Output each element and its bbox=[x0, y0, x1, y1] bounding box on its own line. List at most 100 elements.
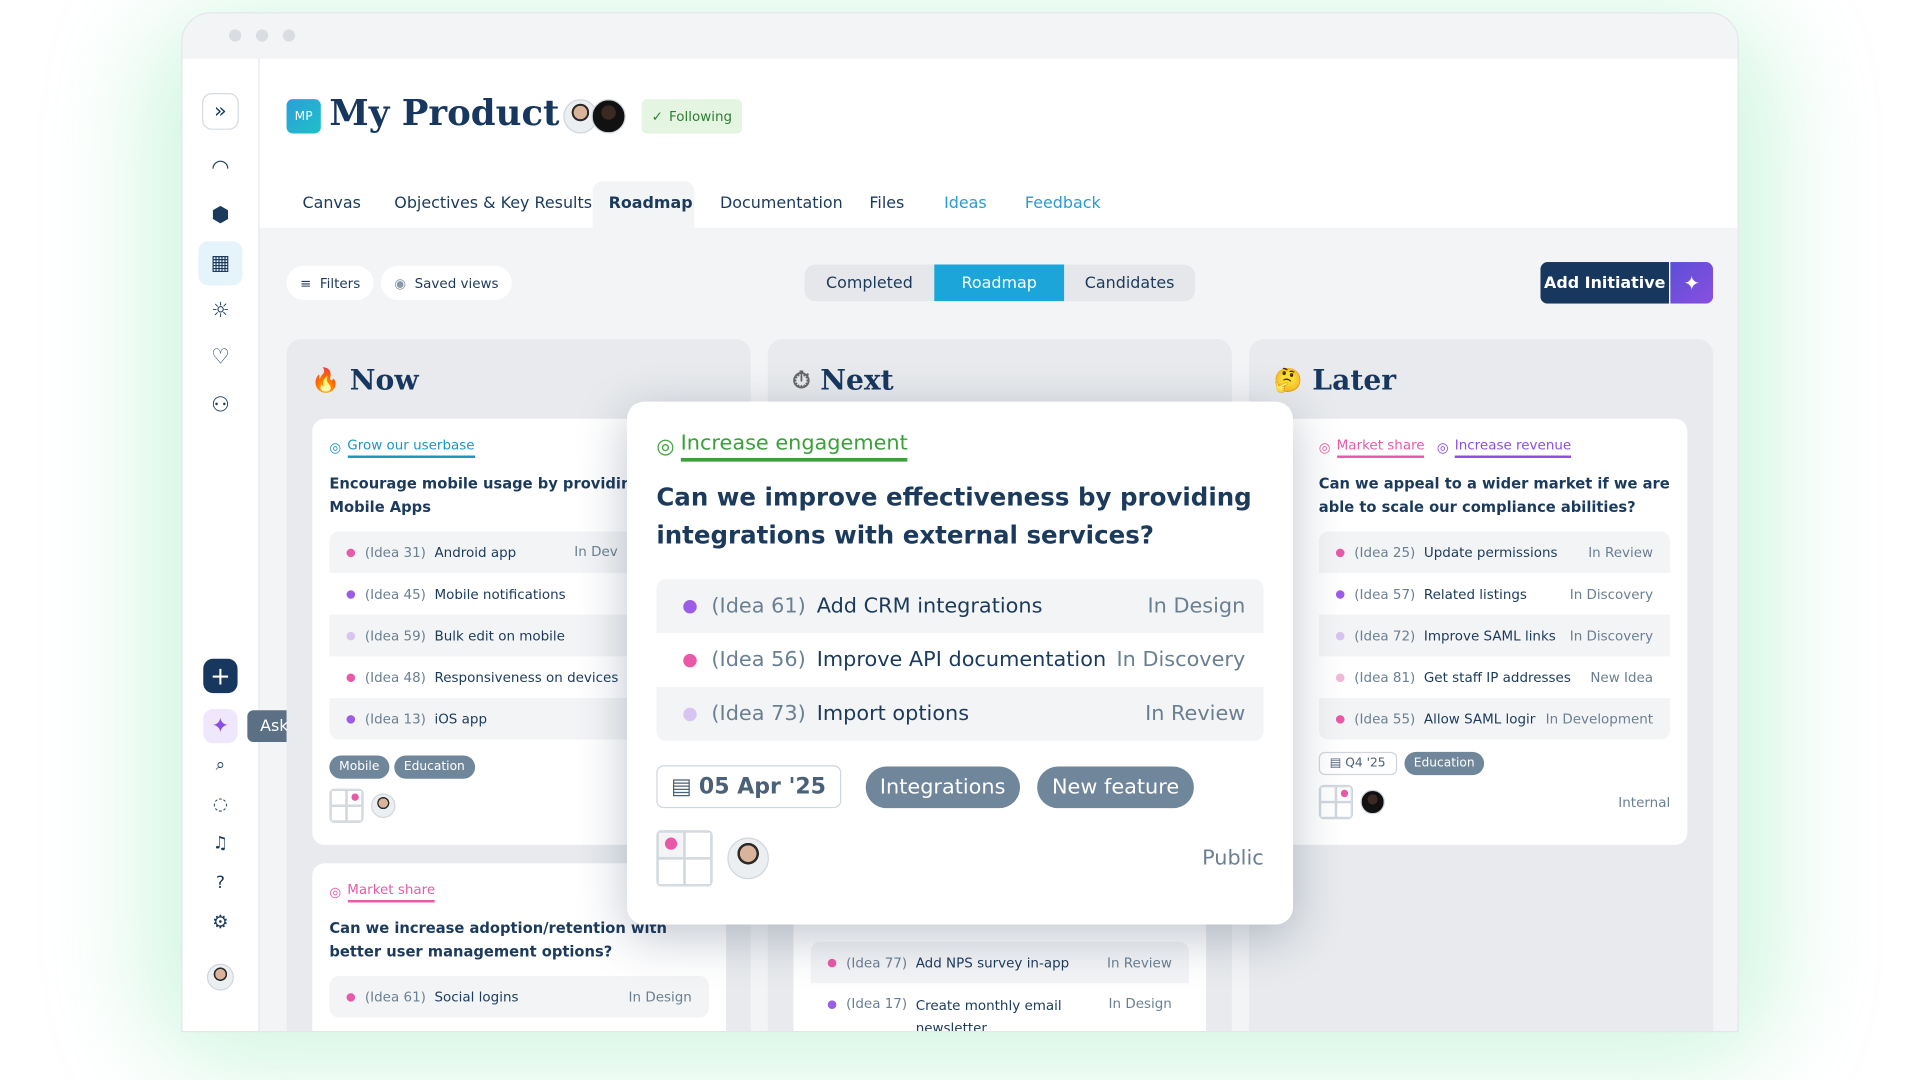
header: MP My Product ✓ Following Canvas Objectiv… bbox=[259, 58, 1738, 228]
avatar[interactable] bbox=[727, 837, 769, 880]
calendar-icon: ▤ bbox=[671, 773, 699, 800]
tab-documentation[interactable]: Documentation bbox=[704, 181, 859, 228]
idea-list: (Idea 25) Update permissions In Review (Id… bbox=[1318, 531, 1671, 740]
priority-matrix-icon bbox=[656, 830, 713, 887]
goal-link[interactable]: ◎ Grow our userbase bbox=[329, 437, 475, 458]
segment-completed[interactable]: Completed bbox=[804, 264, 934, 301]
goal-link[interactable]: ◎ Increase engagement bbox=[656, 431, 908, 462]
ai-sparkle-button[interactable]: ✦ bbox=[1668, 262, 1714, 304]
filters-button[interactable]: ≡ Filters bbox=[286, 265, 374, 301]
status-dot bbox=[1335, 631, 1345, 640]
avatar[interactable] bbox=[591, 99, 626, 134]
search-icon[interactable]: ⌕ bbox=[202, 747, 239, 784]
target-icon: ◎ bbox=[1436, 439, 1449, 456]
status-dot bbox=[346, 589, 356, 599]
status-dot bbox=[827, 958, 837, 967]
idea-icon[interactable]: ☼ bbox=[202, 293, 239, 330]
following-button[interactable]: ✓ Following bbox=[641, 99, 743, 134]
avatar[interactable] bbox=[1360, 789, 1385, 815]
status-dot bbox=[1335, 547, 1345, 557]
idea-row[interactable]: (Idea 17) Create monthly email newsletter… bbox=[811, 983, 1189, 1031]
view-segmented-control: Completed Roadmap Candidates bbox=[804, 264, 1196, 302]
tag[interactable]: Integrations bbox=[865, 765, 1021, 808]
following-label: Following bbox=[668, 108, 733, 125]
idea-row[interactable]: (Idea 72) Improve SAML links In Discovery bbox=[1318, 614, 1671, 657]
tab-canvas[interactable]: Canvas bbox=[287, 181, 377, 228]
tag[interactable]: Education bbox=[394, 755, 475, 779]
window-dot[interactable] bbox=[228, 29, 242, 42]
column-title: Now bbox=[349, 363, 419, 397]
cubes-icon[interactable]: ⬢ bbox=[202, 197, 239, 234]
idea-row[interactable]: (Idea 61) Social logins In Design bbox=[329, 975, 709, 1018]
idea-row[interactable]: (Idea 57) Related listings In Discovery bbox=[1319, 573, 1670, 615]
gear-icon[interactable]: ⚙ bbox=[202, 904, 239, 941]
initiative-card[interactable]: ◎ Market share ◎ Increase revenue Can we ap… bbox=[1274, 418, 1688, 845]
idea-status: In Dev bbox=[574, 543, 618, 560]
priority-matrix-icon bbox=[1318, 784, 1354, 820]
tab-files[interactable]: Files bbox=[853, 181, 920, 228]
date-badge[interactable]: ▤ 05 Apr '25 bbox=[656, 765, 841, 809]
status-dot bbox=[827, 1000, 837, 1009]
initiative-question: Can we improve effectiveness by providin… bbox=[656, 482, 1252, 550]
product-badge: MP bbox=[286, 99, 321, 134]
filter-icon: ≡ bbox=[300, 274, 312, 291]
chat-icon[interactable]: ◌ bbox=[202, 786, 239, 823]
idea-row[interactable]: (Idea 56) Improve API documentation In Dis… bbox=[656, 633, 1263, 687]
segment-roadmap[interactable]: Roadmap bbox=[934, 264, 1065, 302]
user-avatar[interactable] bbox=[206, 963, 234, 991]
date-badge[interactable]: ▤ Q4 '25 bbox=[1318, 751, 1397, 776]
page-title: My Product bbox=[329, 91, 560, 134]
bell-icon[interactable]: ♫ bbox=[202, 825, 239, 862]
target-icon: ◎ bbox=[656, 434, 675, 459]
status-dot bbox=[683, 707, 697, 721]
idea-row[interactable]: (Idea 81) Get staff IP addresses New Idea bbox=[1319, 656, 1670, 698]
idea-row[interactable]: (Idea 61) Add CRM integrations In Design bbox=[656, 579, 1264, 634]
goal-link[interactable]: ◎ Market share bbox=[329, 882, 436, 903]
fire-icon: 🔥 bbox=[311, 367, 341, 395]
help-icon[interactable]: ? bbox=[202, 864, 239, 901]
tab-ideas[interactable]: Ideas bbox=[928, 181, 1002, 228]
status-dot bbox=[346, 547, 356, 557]
filters-label: Filters bbox=[319, 274, 361, 291]
plus-icon[interactable]: + bbox=[203, 658, 238, 694]
expand-icon[interactable]: » bbox=[202, 93, 239, 130]
idea-row[interactable]: (Idea 77) Add NPS survey in-app In Review bbox=[810, 941, 1189, 984]
check-icon: ✓ bbox=[651, 108, 663, 125]
tag[interactable]: Mobile bbox=[329, 755, 390, 779]
tag[interactable]: Education bbox=[1403, 751, 1485, 776]
roadmap-icon[interactable]: ▦ bbox=[198, 241, 243, 286]
tab-okr[interactable]: Objectives & Key Results bbox=[378, 181, 608, 228]
tab-roadmap[interactable]: Roadmap bbox=[592, 181, 695, 228]
idea-row[interactable]: (Idea 73) Import options In Review bbox=[656, 686, 1264, 741]
feedback-icon[interactable]: ♡ bbox=[202, 339, 239, 376]
idea-list: (Idea 61) Add CRM integrations In Design (… bbox=[656, 579, 1264, 741]
goal-link[interactable]: ◎ Market share bbox=[1319, 437, 1425, 458]
initiative-popup-card[interactable]: ◎ Increase engagement Can we improve effe… bbox=[626, 401, 1294, 925]
dashboard-icon[interactable]: ◠ bbox=[202, 149, 239, 186]
idea-row[interactable]: (Idea 55) Allow SAML login In Development bbox=[1318, 697, 1671, 740]
column-header: 🤔 Later bbox=[1273, 364, 1396, 397]
title-bar bbox=[182, 13, 1738, 59]
status-dot bbox=[346, 992, 356, 1002]
window-dot[interactable] bbox=[282, 29, 296, 42]
column-header: ⏱ Next bbox=[792, 364, 893, 397]
add-initiative-group: Add Initiative ✦ bbox=[1540, 262, 1714, 304]
idea-row[interactable]: (Idea 25) Update permissions In Review bbox=[1318, 531, 1671, 574]
target-icon: ◎ bbox=[1318, 439, 1331, 456]
window-dot[interactable] bbox=[255, 29, 269, 42]
tab-feedback[interactable]: Feedback bbox=[1009, 181, 1117, 228]
add-initiative-button[interactable]: Add Initiative bbox=[1540, 262, 1669, 304]
status-dot bbox=[346, 631, 356, 640]
avatar[interactable] bbox=[371, 793, 396, 818]
goal-link[interactable]: ◎ Increase revenue bbox=[1436, 437, 1572, 458]
segment-candidates[interactable]: Candidates bbox=[1064, 264, 1195, 301]
visibility-label: Internal bbox=[1618, 794, 1671, 811]
calendar-icon: ▤ bbox=[1329, 756, 1346, 771]
sidebar: » ◠ ⬢ ▦ ☼ ♡ ⚇ + ✦ ⌕ ◌ ♫ ? ⚙ bbox=[182, 58, 260, 1032]
people-icon[interactable]: ⚇ bbox=[202, 387, 239, 424]
column-title: Later bbox=[1312, 363, 1397, 397]
saved-views-button[interactable]: ◉ Saved views bbox=[380, 265, 513, 301]
copilot-sparkle-icon[interactable]: ✦ bbox=[203, 708, 238, 744]
status-dot bbox=[683, 599, 697, 613]
tag[interactable]: New feature bbox=[1037, 765, 1194, 808]
